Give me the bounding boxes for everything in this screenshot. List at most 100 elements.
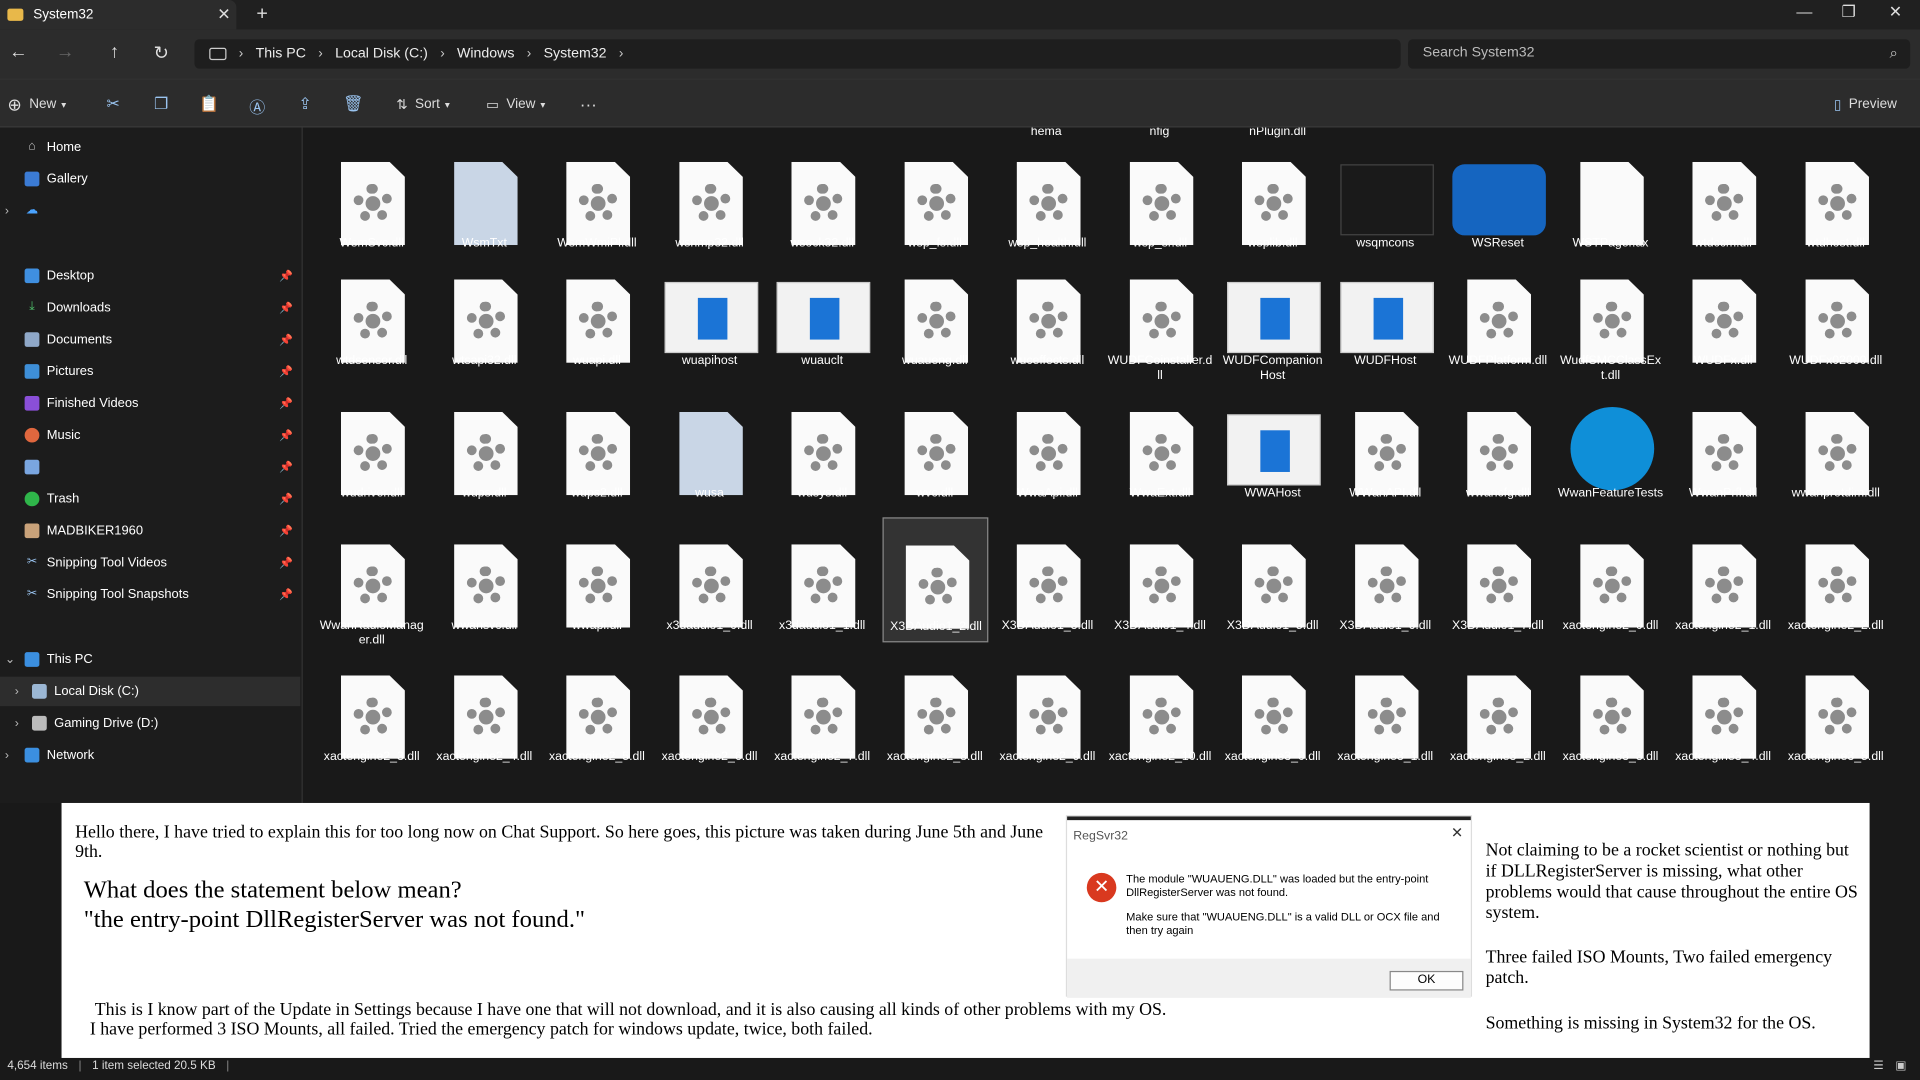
file-item[interactable]: X3DAudio1_7.dll [1445, 517, 1551, 642]
file-item[interactable]: xactengine2_7.dll [769, 649, 875, 774]
sidebar-item-gaming-drive[interactable]: › Gaming Drive (D:) [0, 709, 300, 738]
file-item[interactable]: wwapi.dll [544, 517, 650, 642]
file-item[interactable]: WWanAPI.dll [1332, 385, 1438, 510]
sidebar-item-downloads[interactable]: ⤓ Downloads 📌 [0, 293, 300, 322]
paste-icon[interactable]: 📋 [198, 94, 220, 114]
more-options-button[interactable]: ··· [580, 92, 597, 117]
file-item[interactable]: x3daudio1_1.dll [769, 517, 875, 642]
file-item[interactable]: X3DAudio1_4.dll [1107, 517, 1213, 642]
sidebar-item-gallery[interactable]: Gallery [0, 164, 300, 193]
file-item[interactable]: xactengine2_9.dll [994, 649, 1100, 774]
file-item[interactable]: WwanFeatureTests [1558, 385, 1664, 510]
file-item[interactable]: wsqmcons [1332, 135, 1438, 260]
file-item[interactable]: WSReset [1445, 135, 1551, 260]
file-item[interactable]: wups.dll [431, 385, 537, 510]
file-item[interactable]: wtdsensor.dll [319, 253, 425, 378]
close-tab-icon[interactable]: ✕ [212, 5, 237, 25]
sidebar-item-documents[interactable]: Documents 📌 [0, 325, 300, 354]
sidebar-item-music[interactable]: Music 📌 [0, 420, 300, 449]
file-item[interactable]: wuapihost [657, 253, 763, 378]
file-item[interactable]: WWAHost [1220, 385, 1326, 510]
file-item[interactable]: xactengine2_3.dll [319, 649, 425, 774]
sidebar-item-unnamed[interactable]: 📌 [0, 452, 300, 481]
sidebar-item-onedrive[interactable]: › ☁ [0, 196, 300, 225]
file-item[interactable]: wsnmp32.dll [657, 135, 763, 260]
breadcrumb-local-disk[interactable]: Local Disk (C:) [335, 47, 428, 62]
file-item[interactable]: X3DAudio1_5.dll [1220, 517, 1326, 642]
close-icon[interactable]: ✕ [1451, 824, 1463, 841]
file-item[interactable]: xactengine3_2.dll [1445, 649, 1551, 774]
sidebar-item-this-pc[interactable]: ⌄ This PC [0, 645, 300, 674]
file-item[interactable]: wusa [657, 385, 763, 510]
file-item[interactable]: x3daudio1_0.dll [657, 517, 763, 642]
file-item[interactable]: WwaExt.dll [1107, 385, 1213, 510]
file-item[interactable]: wuceffects.dll [994, 253, 1100, 378]
file-item[interactable]: wtdccm.dll [1670, 135, 1776, 260]
minimize-button[interactable]: — [1782, 2, 1826, 20]
sidebar-item-snipping-videos[interactable]: ✂ Snipping Tool Videos 📌 [0, 548, 300, 577]
file-item[interactable]: wusys.dll [769, 385, 875, 510]
rename-icon[interactable]: Ⓐ [246, 94, 268, 116]
file-item[interactable]: wwanprotdim.dll [1783, 385, 1889, 510]
file-item[interactable]: wtdhost.dll [1783, 135, 1889, 260]
file-item[interactable]: wsp_fs.dll [882, 135, 988, 260]
breadcrumb-this-pc[interactable]: This PC [256, 47, 306, 62]
file-item[interactable]: xactengine2_0.dll [1558, 517, 1664, 642]
file-item[interactable]: WudfSMCClassExt.dll [1558, 253, 1664, 382]
sidebar-item-finished-videos[interactable]: Finished Videos 📌 [0, 389, 300, 418]
file-item[interactable]: xactengine3_5.dll [1783, 649, 1889, 774]
preview-button[interactable]: ▯ Preview [1834, 92, 1897, 117]
delete-icon[interactable]: 🗑 [342, 94, 364, 114]
sidebar-item-snipping-snapshots[interactable]: ✂ Snipping Tool Snapshots 📌 [0, 580, 300, 609]
file-item[interactable]: X3DAudio1_6.dll [1332, 517, 1438, 642]
file-item[interactable]: xactengine3_0.dll [1220, 649, 1326, 774]
file-item[interactable]: wuauclt [769, 253, 875, 378]
file-item[interactable]: xactengine2_2.dll [1783, 517, 1889, 642]
file-item[interactable]: wvc.dll [882, 385, 988, 510]
sidebar-item-local-disk[interactable]: › Local Disk (C:) [0, 676, 301, 707]
sidebar-item-pictures[interactable]: Pictures 📌 [0, 357, 300, 386]
file-item[interactable]: wwancfg.dll [1445, 385, 1551, 510]
file-item[interactable]: WsmTxt [431, 135, 537, 260]
file-item[interactable]: WUDFPlatform.dll [1445, 253, 1551, 378]
file-item[interactable]: xactengine3_1.dll [1332, 649, 1438, 774]
file-item[interactable]: WUDFx02000.dll [1783, 253, 1889, 378]
file-item[interactable]: wtsapi32.dll [431, 253, 537, 378]
sidebar-item-madbiker1960[interactable]: MADBIKER1960 📌 [0, 516, 300, 545]
file-item[interactable]: wsp_health.dll [994, 135, 1100, 260]
file-item[interactable]: xactengine2_10.dll [1107, 649, 1213, 774]
forward-button[interactable]: → [52, 42, 79, 67]
file-item[interactable]: xactengine2_8.dll [882, 649, 988, 774]
new-tab-button[interactable]: + [251, 4, 273, 26]
sidebar-item-network[interactable]: › Network [0, 740, 300, 769]
file-item[interactable]: xactengine2_1.dll [1670, 517, 1776, 642]
file-item[interactable]: xactengine2_4.dll [431, 649, 537, 774]
share-icon[interactable]: ⇪ [294, 94, 316, 114]
new-button[interactable]: ⊕ New ▾ [7, 92, 66, 117]
file-item[interactable]: wuaueng.dll [882, 253, 988, 378]
search-input[interactable]: Search System32 ⌕ [1408, 39, 1911, 69]
file-item[interactable]: WsmWmiPl.dll [544, 135, 650, 260]
file-item[interactable]: WwanPrfl.dll [1670, 385, 1776, 510]
ok-button[interactable]: OK [1389, 970, 1464, 991]
copy-icon[interactable]: ❐ [150, 94, 172, 114]
tab-system32[interactable]: System32 ✕ [0, 0, 237, 30]
file-item[interactable]: WUDFCompanionHost [1220, 253, 1326, 382]
file-item[interactable]: wsp_sr.dll [1107, 135, 1213, 260]
details-view-icon[interactable]: ☰ [1873, 1059, 1884, 1072]
breadcrumb-system32[interactable]: System32 [544, 47, 607, 62]
file-item[interactable]: xactengine2_6.dll [657, 649, 763, 774]
close-window-button[interactable]: ✕ [1873, 2, 1917, 22]
file-item[interactable]: wudriver.dll [319, 385, 425, 510]
back-button[interactable]: ← [5, 42, 32, 67]
file-item[interactable]: xactengine3_3.dll [1558, 649, 1664, 774]
maximize-button[interactable]: ❐ [1827, 2, 1871, 22]
file-item[interactable]: WwaApi.dll [994, 385, 1100, 510]
file-item[interactable]: WsmSvc.dll [319, 135, 425, 260]
file-item[interactable]: WUDFCoinstaller.dll [1107, 253, 1213, 382]
file-item[interactable]: wwansvc.dll [431, 517, 537, 642]
cut-icon[interactable]: ✂ [102, 94, 124, 114]
file-item[interactable]: WUDFHost [1332, 253, 1438, 378]
file-item[interactable]: WSTPager.ax [1558, 135, 1664, 260]
sidebar-item-trash[interactable]: Trash 📌 [0, 484, 300, 513]
